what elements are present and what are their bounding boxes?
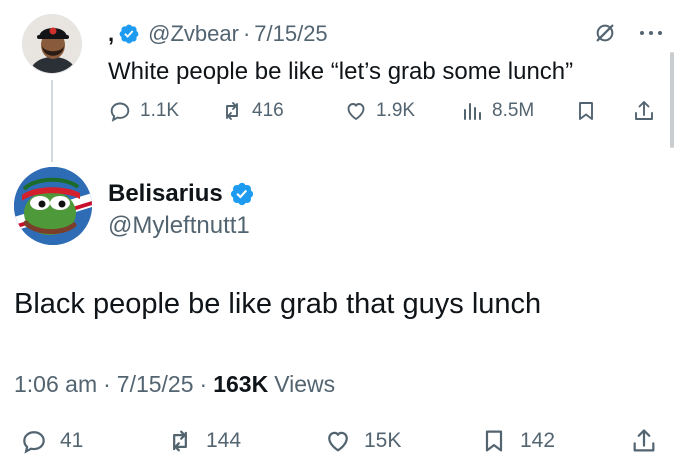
repost-count: 144: [206, 429, 242, 452]
verified-badge-icon: [230, 182, 253, 206]
parent-bookmark-button[interactable]: [574, 96, 606, 126]
main-name-row: Belisarius: [108, 178, 255, 210]
tweet-time[interactable]: 1:06 am: [14, 371, 97, 398]
verified-badge-icon: [119, 24, 139, 44]
like-icon: [347, 103, 365, 120]
main-display-name[interactable]: Belisarius: [108, 180, 223, 208]
parent-separator: ·: [242, 21, 251, 46]
bookmark-count: 142: [520, 429, 556, 452]
parent-reply-count: 1.1K: [140, 100, 180, 121]
bookmark-button[interactable]: 142: [480, 424, 555, 458]
reply-icon: [23, 431, 45, 454]
scrollbar-thumb[interactable]: [670, 52, 674, 148]
parent-tweet-text: White people be like “let’s grab some lu…: [108, 58, 574, 85]
repost-button[interactable]: 144: [166, 424, 241, 458]
tweet-views-label: Views: [274, 370, 336, 397]
parent-action-bar: 1.1K 416 1.9K 8.5M: [108, 96, 668, 126]
parent-handle[interactable]: @Zvbear: [148, 21, 239, 47]
like-button[interactable]: 15K: [324, 424, 401, 458]
parent-avatar-image: [23, 15, 81, 73]
parent-repost-button[interactable]: 416: [220, 96, 284, 126]
parent-date[interactable]: 7/15/25: [254, 21, 327, 47]
main-avatar[interactable]: [14, 167, 92, 245]
reply-button[interactable]: 41: [20, 424, 83, 458]
main-avatar-image: [14, 167, 92, 245]
repost-icon: [173, 430, 187, 452]
reply-icon: [110, 102, 130, 122]
grok-icon[interactable]: [594, 22, 616, 44]
bookmark-icon: [579, 102, 593, 120]
main-action-bar: 41 144 15K 142: [14, 424, 670, 458]
parent-like-button[interactable]: 1.9K: [344, 96, 415, 126]
main-handle[interactable]: @Myleftnutt1: [108, 212, 250, 240]
parent-tweet-header: , @Zvbear · 7/15/25: [108, 20, 328, 48]
meta-separator: ·: [103, 370, 111, 397]
thread-connector-line: [51, 80, 53, 162]
parent-avatar[interactable]: [22, 14, 82, 74]
parent-display-name[interactable]: ,: [108, 21, 114, 47]
meta-separator-2: ·: [199, 370, 208, 397]
parent-repost-count: 416: [252, 100, 284, 121]
bookmark-icon: [485, 430, 503, 452]
parent-like-count: 1.9K: [376, 100, 416, 121]
reply-count: 41: [60, 429, 84, 452]
more-icon[interactable]: [638, 24, 664, 42]
share-button[interactable]: [630, 424, 670, 458]
like-icon: [328, 431, 348, 452]
views-icon: [464, 103, 481, 120]
parent-share-button[interactable]: [632, 96, 664, 126]
parent-reply-button[interactable]: 1.1K: [108, 96, 179, 126]
share-icon: [633, 429, 655, 452]
like-count: 15K: [364, 429, 402, 452]
parent-views-count: 8.5M: [492, 100, 535, 121]
repost-icon: [226, 102, 238, 120]
share-icon: [635, 101, 653, 120]
parent-views-button[interactable]: 8.5M: [460, 96, 534, 126]
main-tweet-text: Black people be like grab that guys lunc…: [14, 288, 542, 320]
tweet-date[interactable]: 7/15/25: [117, 371, 194, 398]
tweet-meta-row: 1:06 am · 7/15/25 · 163K Views: [14, 368, 335, 400]
tweet-views-count[interactable]: 163K: [213, 371, 268, 398]
